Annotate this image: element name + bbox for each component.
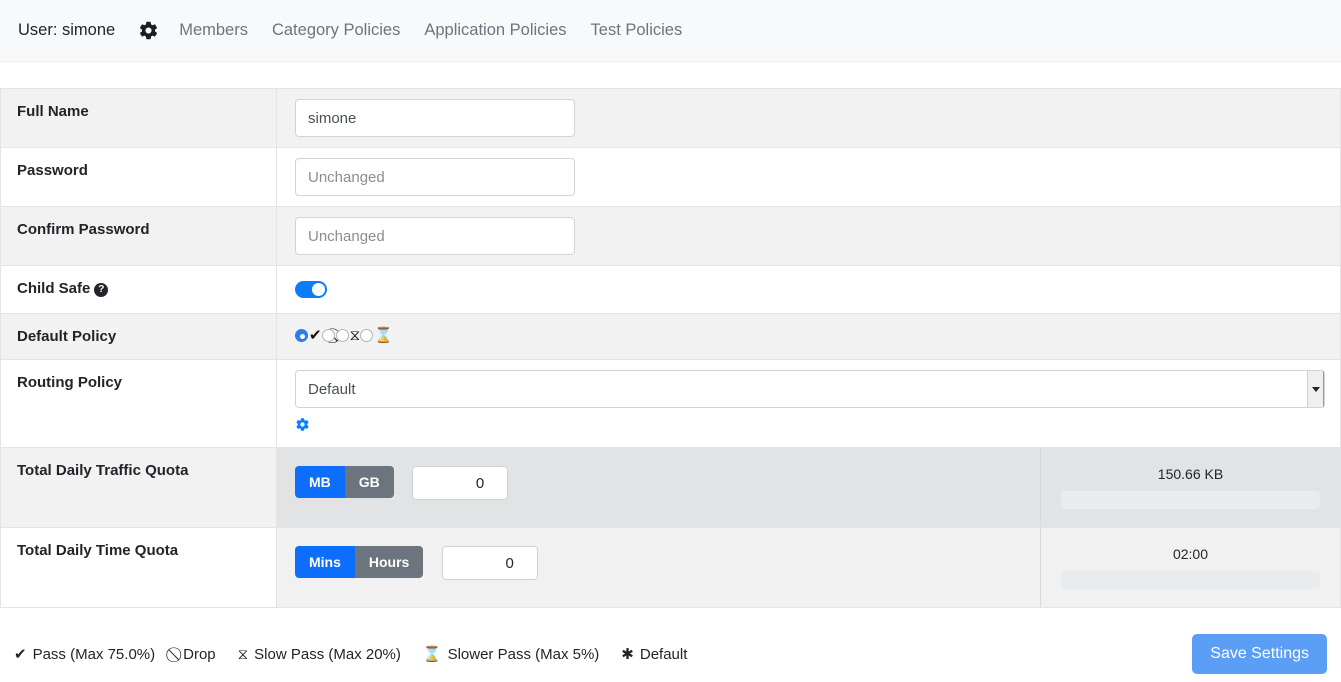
radio-drop[interactable] <box>322 329 335 342</box>
check-icon: ✔ <box>309 328 322 343</box>
legend-item-drop: ⃠ Drop <box>177 646 216 663</box>
top-navbar: User: simone Members Category Policies A… <box>0 0 1341 62</box>
legend-label-slow-pass: Slow Pass (Max 20%) <box>254 646 401 663</box>
question-mark-icon[interactable]: ? <box>94 283 108 297</box>
nav-item-application-policies[interactable]: Application Policies <box>412 21 578 40</box>
confirm-password-input[interactable] <box>295 217 575 255</box>
asterisk-icon: ✱ <box>621 647 634 662</box>
hourglass-filled-icon: ⌛ <box>423 647 442 662</box>
time-quota-input[interactable] <box>442 546 538 580</box>
legend-label-pass: Pass (Max 75.0%) <box>33 646 156 663</box>
legend-item-slow-pass: ⧖ Slow Pass (Max 20%) <box>238 646 401 663</box>
radio-pass[interactable] <box>295 329 308 342</box>
nav-item-category-policies[interactable]: Category Policies <box>260 21 412 40</box>
time-quota-progress-bar <box>1061 571 1320 589</box>
traffic-unit-toggle-group: MB GB <box>295 466 394 498</box>
legend-item-default: ✱ Default <box>621 646 687 663</box>
settings-form-table: Full Name Password Confirm Password <box>0 88 1341 608</box>
cell-traffic-quota: MB GB 150.66 KB <box>277 448 1341 528</box>
time-quota-panel: Mins Hours 02:00 <box>277 528 1340 607</box>
radio-slower-pass[interactable] <box>360 329 373 342</box>
traffic-quota-panel: MB GB 150.66 KB <box>277 448 1340 527</box>
cell-time-quota: Mins Hours 02:00 <box>277 528 1341 608</box>
toggle-knob <box>312 283 325 296</box>
traffic-quota-controls: MB GB <box>277 448 1040 527</box>
routing-policy-gear-icon[interactable] <box>295 417 310 437</box>
label-default-policy: Default Policy <box>1 314 277 360</box>
child-safe-toggle[interactable] <box>295 281 327 298</box>
time-quota-controls: Mins Hours <box>277 528 1040 607</box>
label-confirm-password: Confirm Password <box>1 207 277 266</box>
cell-child-safe <box>277 266 1341 314</box>
legend-label-drop: Drop <box>183 646 216 663</box>
legend-label-default: Default <box>640 646 688 663</box>
label-full-name: Full Name <box>1 89 277 148</box>
page-title: User: simone <box>18 21 115 40</box>
user-settings-page: User: simone Members Category Policies A… <box>0 0 1341 682</box>
password-input[interactable] <box>295 158 575 196</box>
label-traffic-quota: Total Daily Traffic Quota <box>1 448 277 528</box>
policy-option-slow-pass[interactable]: ⧖ <box>336 328 361 343</box>
hourglass-icon: ⧖ <box>350 328 361 343</box>
footer-bar: ✔ Pass (Max 75.0%) ⃠ Drop ⧖ Slow Pass (M… <box>0 626 1341 682</box>
legend-label-slower-pass: Slower Pass (Max 5%) <box>448 646 600 663</box>
table-row-time-quota: Total Daily Time Quota Mins Hours 02:00 <box>1 528 1341 608</box>
label-password: Password <box>1 148 277 207</box>
gear-icon[interactable] <box>135 18 161 44</box>
save-settings-button[interactable]: Save Settings <box>1192 634 1327 674</box>
policy-option-slower-pass[interactable]: ⌛ <box>360 328 393 343</box>
traffic-quota-used-label: 150.66 KB <box>1061 466 1320 482</box>
time-quota-used-label: 02:00 <box>1061 546 1320 562</box>
table-row-full-name: Full Name <box>1 89 1341 148</box>
time-unit-mins-button[interactable]: Mins <box>295 546 355 578</box>
cell-routing-policy: Default <box>277 360 1341 448</box>
traffic-unit-mb-button[interactable]: MB <box>295 466 345 498</box>
cell-full-name <box>277 89 1341 148</box>
table-row-default-policy: Default Policy ✔ ⃠ ⧖ <box>1 314 1341 360</box>
traffic-unit-gb-button[interactable]: GB <box>345 466 394 498</box>
table-row-confirm-password: Confirm Password <box>1 207 1341 266</box>
legend-item-pass: ✔ Pass (Max 75.0%) <box>14 646 155 663</box>
label-time-quota: Total Daily Time Quota <box>1 528 277 608</box>
main-nav: Members Category Policies Application Po… <box>179 21 694 40</box>
policy-option-drop[interactable]: ⃠ <box>322 328 336 343</box>
nav-item-members[interactable]: Members <box>179 21 260 40</box>
routing-policy-select-wrapper: Default <box>295 370 1325 408</box>
table-row-routing-policy: Routing Policy Default <box>1 360 1341 448</box>
label-child-safe: Child Safe? <box>1 266 277 314</box>
table-row-child-safe: Child Safe? <box>1 266 1341 314</box>
cell-default-policy: ✔ ⃠ ⧖ ⌛ <box>277 314 1341 360</box>
legend-item-slower-pass: ⌛ Slower Pass (Max 5%) <box>423 646 599 663</box>
table-row-password: Password <box>1 148 1341 207</box>
cell-confirm-password <box>277 207 1341 266</box>
time-quota-usage: 02:00 <box>1040 528 1340 607</box>
radio-slow-pass[interactable] <box>336 329 349 342</box>
hourglass-filled-icon: ⌛ <box>374 328 393 343</box>
label-child-safe-text: Child Safe <box>17 280 90 297</box>
routing-policy-select[interactable]: Default <box>295 370 1325 408</box>
nav-item-test-policies[interactable]: Test Policies <box>579 21 695 40</box>
time-unit-hours-button[interactable]: Hours <box>355 546 423 578</box>
traffic-quota-input[interactable] <box>412 466 508 500</box>
full-name-input[interactable] <box>295 99 575 137</box>
traffic-quota-usage: 150.66 KB <box>1040 448 1340 527</box>
traffic-quota-progress-bar <box>1061 491 1320 509</box>
cell-password <box>277 148 1341 207</box>
policy-legend: ✔ Pass (Max 75.0%) ⃠ Drop ⧖ Slow Pass (M… <box>14 646 1192 663</box>
policy-option-pass[interactable]: ✔ <box>295 328 322 343</box>
default-policy-radio-group: ✔ ⃠ ⧖ ⌛ <box>295 324 1340 343</box>
time-unit-toggle-group: Mins Hours <box>295 546 423 578</box>
check-icon: ✔ <box>14 647 27 662</box>
hourglass-icon: ⧖ <box>238 647 249 662</box>
label-routing-policy: Routing Policy <box>1 360 277 448</box>
table-row-traffic-quota: Total Daily Traffic Quota MB GB 150.66 K… <box>1 448 1341 528</box>
